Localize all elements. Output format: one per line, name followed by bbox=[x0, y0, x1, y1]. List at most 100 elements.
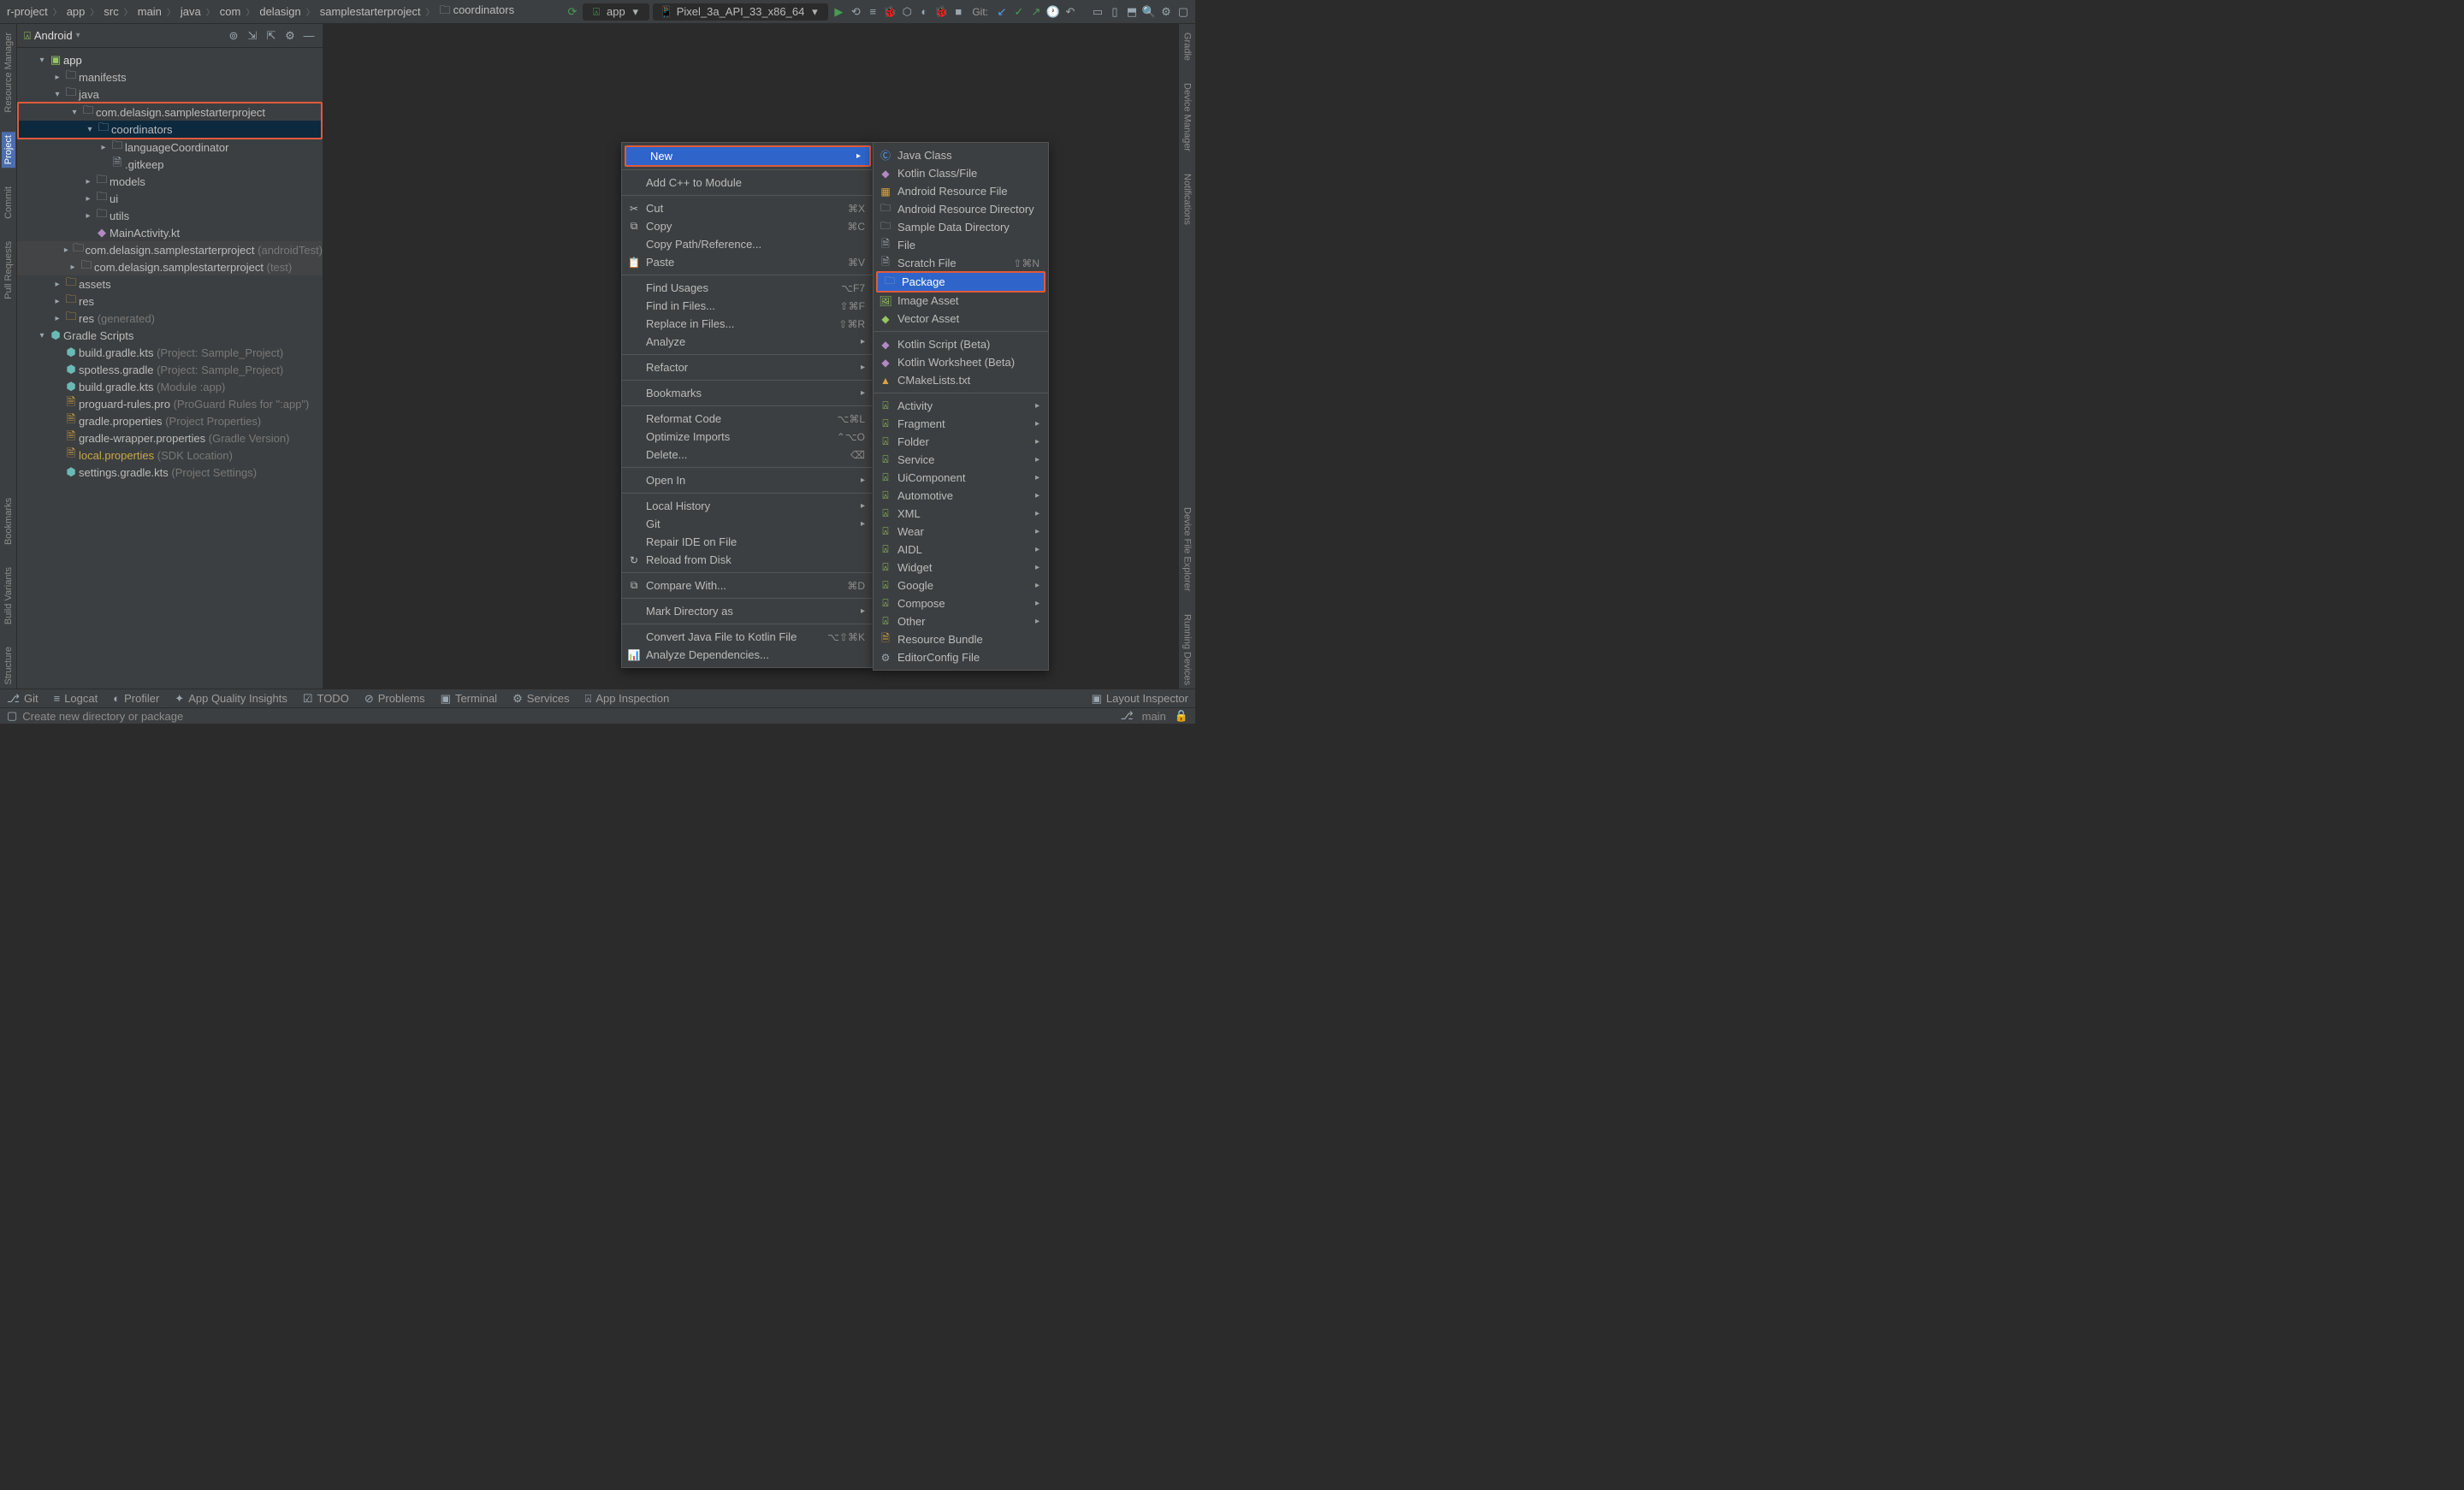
tree-node-local-properties[interactable]: 🗎local.properties (SDK Location) bbox=[17, 446, 323, 464]
menu-item-new[interactable]: New▸ bbox=[626, 147, 869, 165]
menu-item-resource-bundle[interactable]: 🗎Resource Bundle bbox=[874, 630, 1048, 648]
todo-tab[interactable]: ☑TODO bbox=[303, 692, 349, 706]
profile-icon[interactable]: ◐ bbox=[917, 5, 931, 19]
menu-item-analyze-dependencies[interactable]: 📊Analyze Dependencies... bbox=[622, 646, 874, 664]
breadcrumb-item[interactable]: delasign bbox=[258, 5, 302, 18]
menu-item-cut[interactable]: ✂Cut⌘X bbox=[622, 199, 874, 217]
menu-item-scratch-file[interactable]: 🗎Scratch File⇧⌘N bbox=[874, 254, 1048, 272]
menu-item-aidl[interactable]: ⍓AIDL▸ bbox=[874, 541, 1048, 559]
menu-item-widget[interactable]: ⍓Widget▸ bbox=[874, 559, 1048, 576]
project-tree[interactable]: ▾▣app ▸🗀manifests ▾🗀java ▾🗀com.delasign.… bbox=[17, 48, 323, 689]
build-variants-tab[interactable]: Build Variants bbox=[3, 564, 14, 628]
menu-item-google[interactable]: ⍓Google▸ bbox=[874, 576, 1048, 594]
project-tab[interactable]: Project bbox=[2, 132, 15, 168]
pull-requests-tab[interactable]: Pull Requests bbox=[3, 238, 14, 303]
breadcrumb-item[interactable]: src bbox=[102, 5, 120, 18]
profiler-tab[interactable]: ◐Profiler bbox=[113, 692, 159, 705]
menu-item-refactor[interactable]: Refactor▸ bbox=[622, 358, 874, 376]
tree-node-coordinators[interactable]: ▾🗀coordinators bbox=[19, 121, 321, 138]
tree-node-settings-gradle[interactable]: ⬢settings.gradle.kts (Project Settings) bbox=[17, 464, 323, 481]
coverage-icon[interactable]: ⬡ bbox=[900, 5, 914, 19]
chevron-down-icon[interactable]: ▾ bbox=[76, 31, 80, 40]
apply-code-icon[interactable]: ≡ bbox=[866, 5, 880, 19]
menu-item-other[interactable]: ⍓Other▸ bbox=[874, 612, 1048, 630]
menu-item-automotive[interactable]: ⍓Automotive▸ bbox=[874, 487, 1048, 505]
menu-item-image-asset[interactable]: 🖼Image Asset bbox=[874, 292, 1048, 310]
breadcrumb-item[interactable]: r-project bbox=[5, 5, 50, 18]
layout-inspector-tab[interactable]: ▣Layout Inspector bbox=[1092, 692, 1188, 706]
menu-item-package[interactable]: 🗀Package bbox=[878, 273, 1044, 291]
tree-node-main-activity[interactable]: ◆MainActivity.kt bbox=[17, 224, 323, 241]
history-icon[interactable]: 🕐 bbox=[1046, 5, 1060, 19]
tree-node-package-main[interactable]: ▾🗀com.delasign.samplestarterproject bbox=[19, 103, 321, 121]
debug-icon[interactable]: 🐞 bbox=[883, 5, 897, 19]
menu-item-android-resource-directory[interactable]: 🗀Android Resource Directory bbox=[874, 200, 1048, 218]
tree-node-package-androidtest[interactable]: ▸🗀com.delasign.samplestarterproject (and… bbox=[17, 241, 323, 258]
running-devices-tab[interactable]: Running Devices bbox=[1182, 611, 1193, 689]
structure-tab[interactable]: Structure bbox=[3, 643, 14, 689]
terminal-tab[interactable]: ▣Terminal bbox=[441, 692, 497, 706]
tree-node-app[interactable]: ▾▣app bbox=[17, 51, 323, 68]
menu-item-local-history[interactable]: Local History▸ bbox=[622, 497, 874, 515]
menu-item-optimize-imports[interactable]: Optimize Imports⌃⌥O bbox=[622, 428, 874, 446]
branch-name[interactable]: main bbox=[1142, 710, 1166, 723]
run-config-selector[interactable]: ⍓ app ▾ bbox=[583, 3, 649, 21]
sync-icon[interactable]: ⟳ bbox=[566, 5, 579, 19]
tree-node-res-generated[interactable]: ▸🗀res (generated) bbox=[17, 310, 323, 327]
commit-tab[interactable]: Commit bbox=[3, 183, 14, 222]
breadcrumb-item[interactable]: samplestarterproject bbox=[318, 5, 423, 18]
tree-node-manifests[interactable]: ▸🗀manifests bbox=[17, 68, 323, 86]
logcat-tab[interactable]: ≡Logcat bbox=[54, 692, 98, 705]
tree-node-assets[interactable]: ▸🗀assets bbox=[17, 275, 323, 293]
window-icon[interactable]: ▢ bbox=[7, 709, 17, 723]
tree-node-language-coordinator[interactable]: ▸🗀languageCoordinator bbox=[17, 139, 323, 156]
rollback-icon[interactable]: ↶ bbox=[1063, 5, 1077, 19]
avatar-icon[interactable]: ▢ bbox=[1176, 5, 1190, 19]
menu-item-editorconfig-file[interactable]: ⚙EditorConfig File bbox=[874, 648, 1048, 666]
services-tab[interactable]: ⚙Services bbox=[512, 692, 570, 706]
menu-item-activity[interactable]: ⍓Activity▸ bbox=[874, 397, 1048, 415]
stop-icon[interactable]: ■ bbox=[951, 5, 965, 19]
menu-item-add-c-to-module[interactable]: Add C++ to Module bbox=[622, 174, 874, 192]
menu-item-cmakelists-txt[interactable]: ▲CMakeLists.txt bbox=[874, 371, 1048, 389]
tree-node-gradle-properties[interactable]: 🗎gradle.properties (Project Properties) bbox=[17, 412, 323, 429]
breadcrumb-item[interactable]: main bbox=[136, 5, 163, 18]
tree-node-models[interactable]: ▸🗀models bbox=[17, 173, 323, 190]
menu-item-kotlin-worksheet-beta[interactable]: ◆Kotlin Worksheet (Beta) bbox=[874, 353, 1048, 371]
menu-item-compose[interactable]: ⍓Compose▸ bbox=[874, 594, 1048, 612]
avd-icon[interactable]: ▭ bbox=[1091, 5, 1105, 19]
menu-item-find-usages[interactable]: Find Usages⌥F7 bbox=[622, 279, 874, 297]
menu-item-reformat-code[interactable]: Reformat Code⌥⌘L bbox=[622, 410, 874, 428]
device-selector[interactable]: 📱 Pixel_3a_API_33_x86_64 ▾ bbox=[653, 3, 829, 21]
menu-item-open-in[interactable]: Open In▸ bbox=[622, 471, 874, 489]
hide-icon[interactable]: — bbox=[302, 29, 316, 43]
target-icon[interactable]: ⊚ bbox=[227, 29, 240, 43]
apply-changes-icon[interactable]: ⟲ bbox=[849, 5, 862, 19]
collapse-icon[interactable]: ⇱ bbox=[264, 29, 278, 43]
menu-item-replace-in-files[interactable]: Replace in Files...⇧⌘R bbox=[622, 315, 874, 333]
branch-icon[interactable]: ⎇ bbox=[1121, 709, 1134, 723]
expand-icon[interactable]: ⇲ bbox=[246, 29, 259, 43]
gradle-tab[interactable]: Gradle bbox=[1182, 29, 1193, 64]
menu-item-wear[interactable]: ⍓Wear▸ bbox=[874, 523, 1048, 541]
run-icon[interactable]: ▶ bbox=[832, 5, 845, 19]
tree-node-build-gradle-module[interactable]: ⬢build.gradle.kts (Module :app) bbox=[17, 378, 323, 395]
menu-item-xml[interactable]: ⍓XML▸ bbox=[874, 505, 1048, 523]
menu-item-kotlin-class-file[interactable]: ◆Kotlin Class/File bbox=[874, 164, 1048, 182]
search-icon[interactable]: 🔍 bbox=[1142, 5, 1156, 19]
update-icon[interactable]: ↙ bbox=[995, 5, 1009, 19]
resource-manager-tab[interactable]: Resource Manager bbox=[3, 29, 14, 116]
device-manager-tab[interactable]: Device Manager bbox=[1182, 80, 1193, 155]
tree-node-spotless[interactable]: ⬢spotless.gradle (Project: Sample_Projec… bbox=[17, 361, 323, 378]
menu-item-delete[interactable]: Delete...⌫ bbox=[622, 446, 874, 464]
attach-debugger-icon[interactable]: 🐞 bbox=[934, 5, 948, 19]
lock-icon[interactable]: 🔒 bbox=[1175, 709, 1188, 723]
menu-item-paste[interactable]: 📋Paste⌘V bbox=[622, 253, 874, 271]
menu-item-vector-asset[interactable]: ◆Vector Asset bbox=[874, 310, 1048, 328]
tree-node-gradle-scripts[interactable]: ▾⬢Gradle Scripts bbox=[17, 327, 323, 344]
notifications-tab[interactable]: Notifications bbox=[1182, 170, 1193, 228]
menu-item-repair-ide-on-file[interactable]: Repair IDE on File bbox=[622, 533, 874, 551]
tree-node-build-gradle-project[interactable]: ⬢build.gradle.kts (Project: Sample_Proje… bbox=[17, 344, 323, 361]
tree-node-package-test[interactable]: ▸🗀com.delasign.samplestarterproject (tes… bbox=[17, 258, 323, 275]
app-inspection-tab[interactable]: ⍓App Inspection bbox=[585, 692, 670, 706]
